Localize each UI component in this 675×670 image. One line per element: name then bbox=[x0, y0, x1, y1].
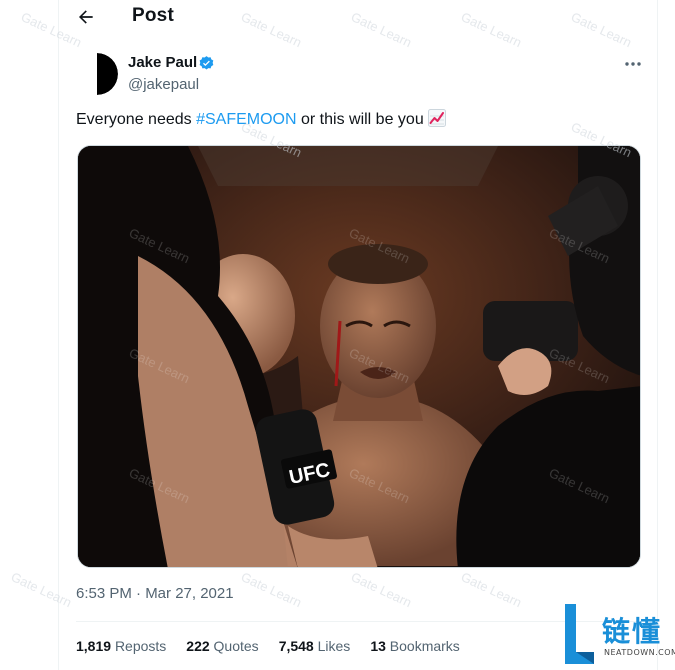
avatar[interactable] bbox=[76, 53, 118, 95]
brand-l-icon bbox=[565, 604, 594, 664]
page-title: Post bbox=[132, 5, 174, 26]
avatar-graphic bbox=[97, 53, 118, 95]
stat-bookmarks-label: Bookmarks bbox=[389, 638, 460, 654]
stat-reposts-label: Reposts bbox=[114, 638, 167, 654]
stat-quotes-label: Quotes bbox=[213, 638, 259, 654]
stat-likes-label: Likes bbox=[317, 638, 351, 654]
stat-likes-count: 7,548 bbox=[278, 638, 314, 654]
stat-quotes[interactable]: 222 Quotes bbox=[186, 638, 258, 660]
brand-en-text: NEATDOWN.COM bbox=[604, 648, 675, 657]
tweet-media-image[interactable]: UFC Gate Learn Gate Learn Gate Learn Gat… bbox=[77, 145, 641, 568]
author-name[interactable]: Jake Paul bbox=[128, 54, 197, 71]
neatdown-logo: 链懂 NEATDOWN.COM bbox=[562, 599, 675, 669]
tweet-timestamp[interactable]: 6:53 PM · Mar 27, 2021 bbox=[76, 585, 234, 602]
stat-bookmarks-count: 13 bbox=[370, 638, 386, 654]
verified-badge-icon bbox=[199, 56, 214, 70]
stat-bookmarks[interactable]: 13 Bookmarks bbox=[370, 638, 460, 660]
tweet-text-before: Everyone needs bbox=[76, 111, 197, 128]
hashtag-link[interactable]: #SAFEMOON bbox=[196, 111, 296, 128]
stat-likes[interactable]: 7,548 Likes bbox=[279, 638, 351, 660]
tweet-text: Everyone needs #SAFEMOON or this will be… bbox=[76, 109, 446, 129]
more-button[interactable] bbox=[619, 52, 647, 76]
back-button[interactable] bbox=[73, 4, 99, 30]
tweet-text-after: or this will be you bbox=[296, 111, 424, 128]
engagement-stats: 1,819 Reposts 222 Quotes 7,548 Likes 13 … bbox=[76, 638, 480, 660]
fighter-photo: UFC Gate Learn Gate Learn Gate Learn Gat… bbox=[78, 146, 640, 567]
top-bar: Post bbox=[59, 0, 659, 34]
divider bbox=[76, 621, 642, 622]
author-handle[interactable]: @jakepaul bbox=[128, 76, 199, 93]
arrow-left-icon bbox=[79, 10, 93, 24]
chart-increasing-emoji-icon bbox=[427, 109, 446, 127]
stat-quotes-count: 222 bbox=[186, 638, 210, 654]
post-column: Post Jake Paul @jakepaul Everyone needs … bbox=[58, 0, 658, 670]
stat-reposts[interactable]: 1,819 Reposts bbox=[76, 638, 166, 660]
stat-reposts-count: 1,819 bbox=[76, 638, 112, 654]
more-horizontal-icon bbox=[625, 62, 641, 66]
brand-cn-text: 链懂 bbox=[602, 615, 663, 648]
